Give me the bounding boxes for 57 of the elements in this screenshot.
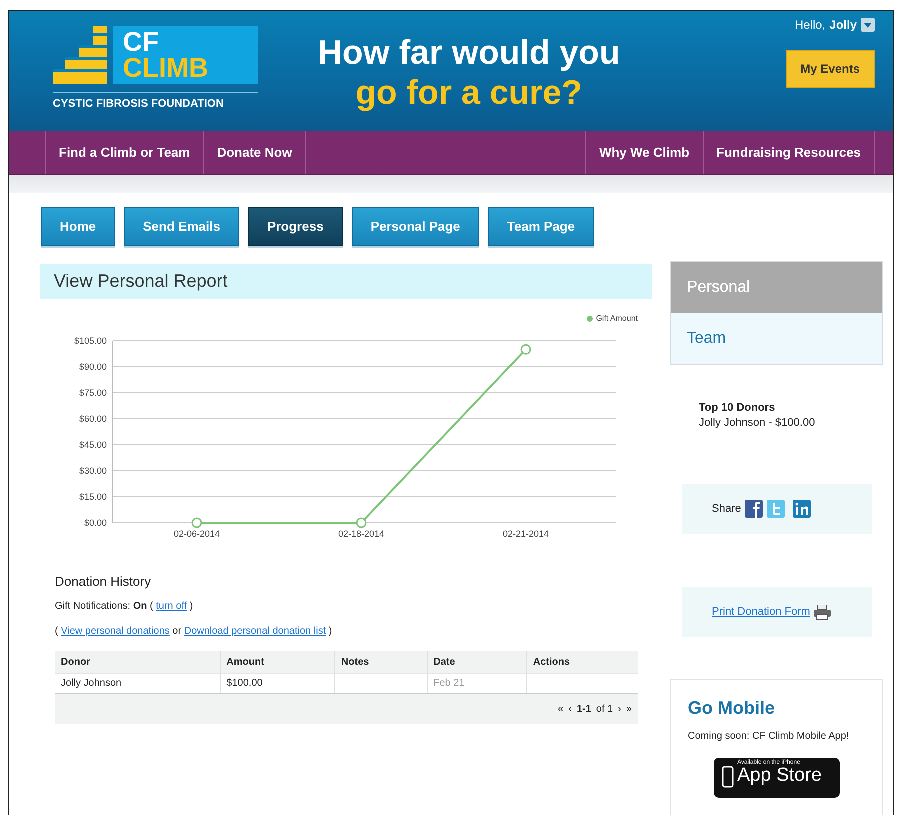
axis-label: $60.00: [79, 414, 107, 424]
dropdown-icon[interactable]: [861, 18, 875, 32]
column-header: Donor: [55, 651, 220, 674]
card-text: Coming soon: CF Climb Mobile App!: [688, 731, 850, 742]
axis-label: $90.00: [79, 362, 107, 372]
headline: How far would you: [318, 33, 620, 73]
share-label: Share: [712, 503, 742, 515]
axis-label: 02-06-2014: [174, 529, 220, 539]
previous-page-button[interactable]: ‹: [568, 704, 572, 714]
column-header: Date: [427, 651, 527, 674]
legend-dot-icon: [587, 316, 594, 322]
social-icon[interactable]: [793, 500, 812, 518]
donation-links-text: ( View personal donations or Download personal donation list ): [55, 626, 334, 637]
column-header: Amount: [220, 651, 335, 674]
greeting: Hello,: [794, 18, 826, 32]
nav-link[interactable]: Fundraising Resources: [704, 131, 874, 174]
download-list-link[interactable]: Download personal donation list: [184, 626, 326, 637]
turn-off-link[interactable]: turn off: [156, 601, 188, 612]
last-page-button[interactable]: »: [626, 704, 632, 714]
axis-label: $30.00: [79, 466, 107, 476]
axis-label: $75.00: [79, 388, 107, 398]
axis-label: $15.00: [79, 492, 107, 502]
nav-link[interactable]: Donate Now: [204, 131, 306, 174]
donor-entry: Jolly Johnson - $100.00: [699, 417, 816, 429]
logo-tagline: CYSTIC FIBROSIS FOUNDATION: [53, 92, 258, 110]
headline-subtitle: go for a cure?: [354, 73, 584, 113]
report-title: View Personal Report: [40, 264, 652, 299]
axis-label: $0.00: [84, 518, 107, 528]
top-donors-title: Top 10 Donors: [699, 402, 776, 414]
page-range: 1-1: [576, 704, 592, 714]
view-donations-link[interactable]: View personal donations: [61, 626, 170, 637]
first-page-button[interactable]: «: [558, 704, 564, 714]
legend-label: Gift Amount: [596, 314, 638, 323]
stairs-icon: [53, 26, 107, 84]
column-header: Actions: [526, 651, 638, 674]
table-cell: Feb 21: [427, 674, 527, 694]
notification-text: Gift Notifications: On ( turn off ): [55, 601, 194, 612]
social-icon[interactable]: [745, 500, 764, 518]
axis-label: 02-18-2014: [338, 529, 385, 539]
column-header: Notes: [334, 651, 428, 674]
phone-icon: [722, 766, 734, 788]
nav-link[interactable]: Find a Climb or Team: [46, 131, 204, 174]
table-cell: $100.00: [220, 674, 335, 694]
axis-label: 02-21-2014: [502, 529, 550, 539]
printer-icon[interactable]: [814, 604, 832, 620]
axis-label: $45.00: [79, 440, 107, 450]
axis-label: $105.00: [74, 336, 107, 346]
user-name: Jolly: [830, 18, 857, 32]
tab[interactable]: Progress: [248, 207, 343, 246]
card-title: Go Mobile: [688, 698, 776, 719]
print-form-link[interactable]: Print Donation Form: [712, 606, 810, 618]
view-option[interactable]: Team: [671, 313, 882, 364]
page-count: of 1: [596, 704, 614, 714]
section-title: Donation History: [55, 574, 152, 589]
my-events-button[interactable]: My Events: [786, 50, 875, 88]
nav-link[interactable]: Why We Climb: [586, 131, 704, 174]
next-page-button[interactable]: ›: [618, 704, 622, 714]
